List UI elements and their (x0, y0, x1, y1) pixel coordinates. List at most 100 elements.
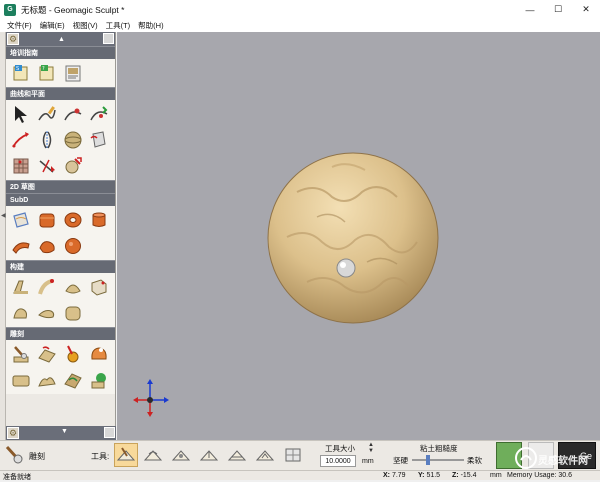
minimize-button[interactable]: — (516, 0, 544, 19)
scroll-down-icon[interactable]: ▼ (61, 428, 68, 435)
section-tutorials[interactable]: 培训指南 (6, 46, 115, 59)
palette-footer: ⚙ ▼ (6, 426, 116, 440)
coord-z: Z: -15.4 (452, 472, 477, 479)
subd-pipe-icon[interactable] (10, 235, 32, 257)
mode-label: 雕刻 (29, 452, 45, 461)
tutorial-book-3-icon[interactable] (62, 62, 84, 84)
sculpt-smooth-icon[interactable] (36, 343, 58, 365)
menu-help[interactable]: 帮助(H) (134, 20, 167, 31)
select-arrow-icon[interactable] (10, 103, 32, 125)
scroll-up-icon[interactable]: ▲ (58, 36, 65, 43)
title-bar: G 无标题 - Geomagic Sculpt * — ☐ ✕ (0, 0, 600, 19)
clay-sphere[interactable] (117, 32, 600, 440)
build-pad-icon[interactable] (62, 302, 84, 324)
section-subd[interactable]: SubD (6, 193, 115, 206)
tutorial-book-2-icon[interactable]: ? (36, 62, 58, 84)
mirror-curve-icon[interactable] (36, 129, 58, 151)
coord-x: X: 7.79 (383, 472, 406, 479)
viscosity-slider-thumb[interactable] (426, 455, 431, 465)
tool-flatten-button[interactable] (225, 443, 249, 467)
coord-unit: mm (490, 472, 502, 479)
tool-size-input[interactable]: 10.0000 (320, 455, 356, 467)
tool-pull-button[interactable] (197, 443, 221, 467)
viscosity-slider-track[interactable] (412, 459, 464, 461)
tool-options-button[interactable] (528, 442, 554, 469)
coord-x-label: X: (383, 472, 390, 479)
gear-icon[interactable]: ⚙ (7, 33, 19, 45)
maximize-button[interactable]: ☐ (544, 0, 572, 19)
plane-sphere-icon[interactable] (62, 129, 84, 151)
tool-push-button[interactable] (169, 443, 193, 467)
menu-tools[interactable]: 工具(T) (102, 20, 135, 31)
svg-text:?: ? (42, 66, 45, 72)
tool-carve-button[interactable] (114, 443, 138, 467)
menu-bar: 文件(F) 编辑(E) 视图(V) 工具(T) 帮助(H) (0, 19, 600, 32)
sculpt-tool-icon[interactable] (10, 343, 32, 365)
section-curves-planes[interactable]: 曲线和平面 (6, 87, 115, 100)
sculpt-emboss-icon[interactable] (62, 369, 84, 391)
tool-smooth-button[interactable] (141, 443, 165, 467)
haptic-device-button[interactable] (496, 442, 522, 469)
subd-torus-icon[interactable] (62, 209, 84, 231)
close-button[interactable]: ✕ (572, 0, 600, 19)
build-shape-icon[interactable] (10, 302, 32, 324)
draw-curve-icon[interactable] (36, 103, 58, 125)
curve-edit-icon[interactable] (62, 103, 84, 125)
sculpt-blob-icon[interactable] (88, 343, 110, 365)
axis-triad-icon (133, 379, 169, 417)
menu-edit[interactable]: 编辑(E) (36, 20, 69, 31)
section-2d-sketch[interactable]: 2D 草图 (6, 180, 115, 193)
palette-menu-button[interactable] (103, 33, 114, 44)
curve-move-icon[interactable] (88, 103, 110, 125)
section-build[interactable]: 构建 (6, 260, 115, 273)
section-sculpt[interactable]: 雕刻 (6, 327, 115, 340)
build-pipe-icon[interactable] (36, 276, 58, 298)
section-subd-body (6, 206, 115, 260)
section-tutorials-body: S ? (6, 59, 115, 87)
menu-file[interactable]: 文件(F) (3, 20, 36, 31)
curve-red-icon[interactable] (10, 129, 32, 151)
tool-emboss-button[interactable] (281, 443, 305, 467)
subd-cube-icon[interactable] (36, 209, 58, 231)
status-bar: 准备就绪 X: 7.79 Y: 51.5 Z: -15.4 mm Memory … (0, 470, 600, 481)
build-loft-icon[interactable] (62, 276, 84, 298)
tools-label: 工具: (91, 452, 110, 461)
sculpt-green-icon[interactable] (88, 369, 110, 391)
section-sculpt-body (6, 340, 115, 394)
coord-y-label: Y: (418, 472, 425, 479)
coord-x-value: 7.79 (391, 472, 406, 479)
tool-size-spinner[interactable]: ▲ ▼ (368, 442, 376, 454)
curve-split-icon[interactable] (36, 155, 58, 177)
coord-y-value: 51.5 (426, 472, 441, 479)
3d-viewport[interactable] (117, 32, 600, 440)
subd-blob-icon[interactable] (36, 235, 58, 257)
build-drop-icon[interactable] (36, 302, 58, 324)
coord-y: Y: 51.5 (418, 472, 440, 479)
curve-cut-icon[interactable] (62, 155, 84, 177)
tool-palette: ⚙ ▲ 培训指南 S ? 曲线和平面 2D 草图 SubD 构建 雕刻 ⚙ ▼ (6, 32, 116, 440)
tool-crease-button[interactable] (253, 443, 277, 467)
clay-grid-icon[interactable] (10, 155, 32, 177)
build-box-icon[interactable] (88, 276, 110, 298)
viscosity-label: 粘土粗糙度 (420, 444, 458, 453)
sculpt-flat-icon[interactable] (10, 369, 32, 391)
section-build-body (6, 273, 115, 327)
sculpt-ridge-icon[interactable] (36, 369, 58, 391)
sculpt-paint-icon[interactable] (62, 343, 84, 365)
viscosity-hard-label: 坚硬 (393, 456, 408, 465)
viscosity-soft-label: 柔软 (467, 456, 482, 465)
status-ready-text: 准备就绪 (3, 474, 31, 481)
plane-box-icon[interactable] (88, 129, 110, 151)
subd-plane-icon[interactable] (10, 209, 32, 231)
subd-sphere-icon[interactable] (62, 235, 84, 257)
bottom-toolbar: 雕刻 工具: 工具大小 ▲ ▼ 10.0000 mm 粘土粗糙度 坚硬 柔软 Ge (0, 440, 600, 470)
subd-cylinder-icon[interactable] (88, 209, 110, 231)
gear-icon[interactable]: ⚙ (7, 427, 19, 439)
geomagic-button[interactable]: Ge (558, 442, 596, 469)
menu-view[interactable]: 视图(V) (69, 20, 102, 31)
palette-menu-button[interactable] (104, 427, 115, 438)
coord-z-value: -15.4 (460, 472, 477, 479)
tutorial-book-1-icon[interactable]: S (10, 62, 32, 84)
memory-usage: Memory Usage: 30.6 (507, 472, 572, 479)
build-extrude-icon[interactable] (10, 276, 32, 298)
